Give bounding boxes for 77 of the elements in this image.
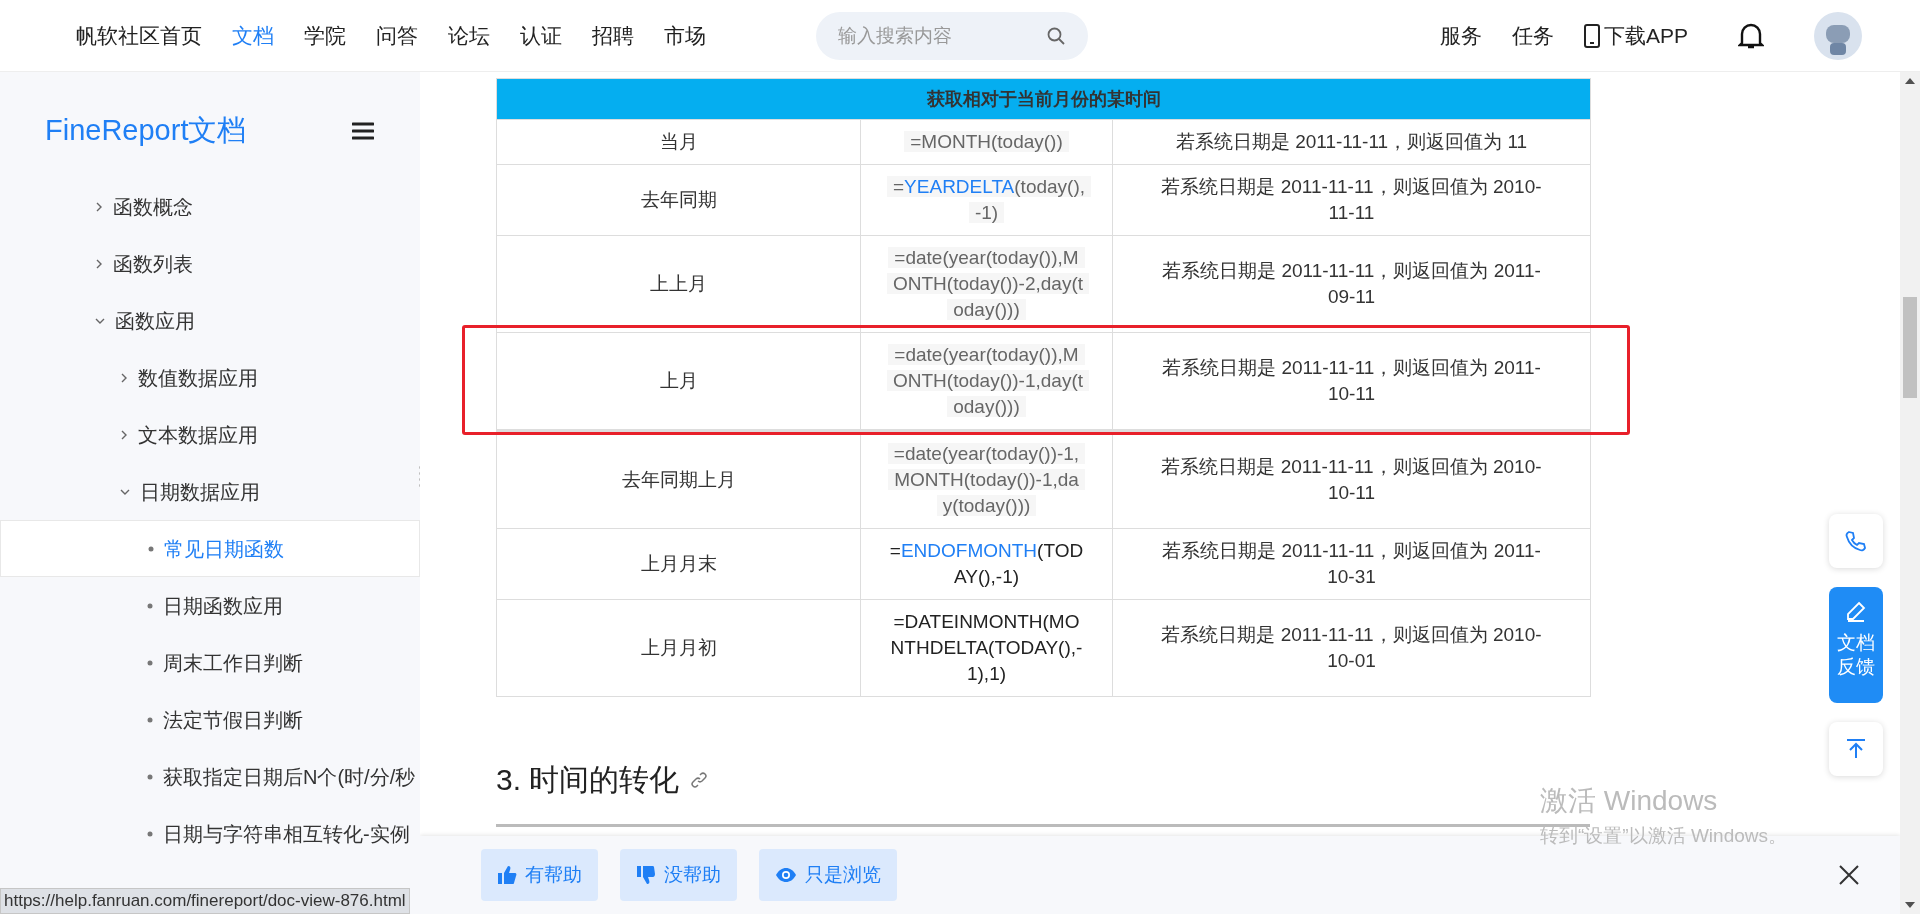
table-cell: 上月 (496, 332, 861, 431)
bullet-icon (147, 659, 153, 666)
chevron-right-icon (120, 429, 128, 440)
activation-title: 激活 Windows (1540, 784, 1719, 818)
table-header: 获取相对于当前月份的某时间 (496, 78, 1591, 120)
back-to-top-button[interactable] (1829, 722, 1883, 776)
nav-link[interactable]: 招聘 (592, 19, 634, 52)
download-app-link[interactable]: 下载APP (1583, 19, 1688, 52)
table-cell: 去年同期 (496, 164, 861, 236)
table-cell: 若系统日期是 2011-11-11，则返回值为 2011-09-11 (1112, 235, 1591, 333)
sidebar-item[interactable]: 函数列表 (0, 235, 420, 292)
table-cell: 上月月初 (496, 599, 861, 697)
formula-cell: =date(year(today()),MONTH(today())-2,day(today())) (860, 235, 1113, 333)
table-cell: 若系统日期是 2011-11-11，则返回值为 2010-11-11 (1112, 164, 1591, 236)
phone-device-icon (1583, 23, 1600, 48)
nav-link[interactable]: 服务 (1439, 19, 1482, 52)
bullet-icon (147, 773, 153, 780)
search-field[interactable]: 输入搜索内容 (816, 11, 1088, 60)
nav-link[interactable]: 市场 (664, 19, 706, 52)
nav-link[interactable]: 帆软社区首页 (76, 19, 202, 52)
thumbs-up-icon (497, 865, 517, 885)
formula-cell: =MONTH(today()) (860, 119, 1113, 165)
bullet-icon (147, 602, 153, 609)
table-cell: 上上月 (496, 235, 861, 333)
sidebar-item[interactable]: 数值数据应用 (0, 349, 420, 406)
formula-cell: =YEARDELTA(today(),-1) (860, 164, 1113, 236)
link-icon[interactable] (691, 771, 708, 788)
sidebar-item[interactable]: 获取指定日期后N个(时/分/秒 (0, 748, 420, 805)
close-icon[interactable] (1838, 864, 1860, 886)
chevron-right-icon (120, 372, 128, 383)
table-cell: 上月月末 (496, 528, 861, 600)
bullet-icon (147, 716, 153, 723)
sidebar-item[interactable]: 文本数据应用 (0, 406, 420, 463)
table-cell: 若系统日期是 2011-11-11，则返回值为 11 (1112, 119, 1591, 165)
sidebar-item[interactable]: 函数概念 (0, 178, 420, 235)
nav-link[interactable]: 文档 (232, 19, 274, 52)
sidebar-item[interactable]: 周末工作日判断 (0, 634, 420, 691)
thumbs-down-icon (636, 865, 656, 885)
table-cell: 若系统日期是 2011-11-11，则返回值为 2011-10-31 (1112, 528, 1591, 600)
sidebar-item[interactable]: 函数应用 (0, 292, 420, 349)
bullet-icon (148, 545, 154, 552)
chevron-down-icon (95, 316, 105, 325)
edit-icon (1844, 599, 1868, 623)
chevron-right-icon (95, 258, 103, 269)
avatar[interactable] (1814, 11, 1862, 60)
sidebar-item[interactable]: 日期函数应用 (0, 577, 420, 634)
eye-icon (775, 867, 797, 883)
menu-icon[interactable] (352, 122, 374, 140)
sidebar-item[interactable]: 日期数据应用 (0, 463, 420, 520)
nav-link[interactable]: 任务 (1511, 19, 1554, 52)
scroll-up-icon[interactable] (1905, 78, 1915, 84)
scrollbar[interactable] (1900, 72, 1920, 914)
sidebar-item[interactable]: 法定节假日判断 (0, 691, 420, 748)
bell-icon[interactable] (1738, 21, 1764, 50)
scrollbar-thumb[interactable] (1903, 297, 1917, 398)
formula-cell: =DATEINMONTH(MONTHDELTA(TODAY(),-1),1) (860, 599, 1113, 697)
sidebar-item[interactable]: 常见日期函数 (0, 520, 420, 577)
nav-link[interactable]: 论坛 (448, 19, 490, 52)
table-cell: 若系统日期是 2011-11-11，则返回值为 2010-10-01 (1112, 599, 1591, 697)
section-heading: 3. 时间的转化 (496, 762, 680, 798)
bullet-icon (147, 830, 153, 837)
phone-icon (1844, 529, 1868, 553)
nav-link[interactable]: 认证 (520, 19, 562, 52)
search-icon[interactable] (1046, 25, 1066, 46)
arrow-up-icon (1845, 738, 1867, 760)
chevron-right-icon (95, 201, 103, 212)
table-cell: 当月 (496, 119, 861, 165)
sidebar-title[interactable]: FineReport文档 (45, 109, 247, 153)
nav-link[interactable]: 问答 (376, 19, 418, 52)
activation-text: 转到“设置”以激活 Windows。 (1540, 824, 1787, 848)
scroll-down-icon[interactable] (1905, 902, 1915, 908)
chevron-down-icon (120, 487, 130, 496)
phone-button[interactable] (1829, 514, 1883, 568)
nav-link[interactable]: 学院 (304, 19, 346, 52)
sidebar-item[interactable]: 日期与字符串相互转化-实例 (0, 805, 420, 862)
formula-cell: =ENDOFMONTH(TODAY(),-1) (860, 528, 1113, 600)
status-url-tooltip: https://help.fanruan.com/finereport/doc-view-876.html (0, 888, 410, 914)
